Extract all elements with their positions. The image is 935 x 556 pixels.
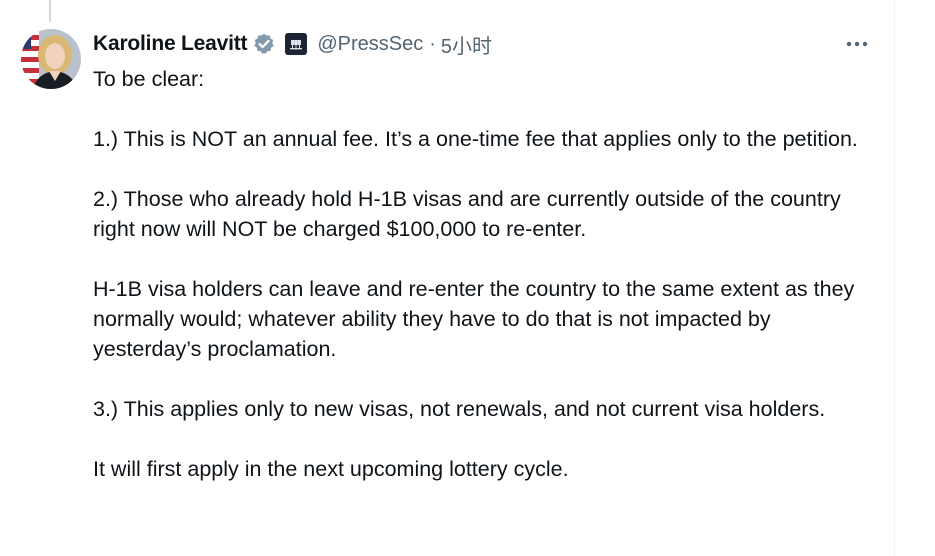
tweet-paragraph: 1.) This is NOT an annual fee. It’s a on…	[93, 127, 858, 151]
tweet-paragraph: 3.) This applies only to new visas, not …	[93, 397, 826, 421]
display-name[interactable]: Karoline Leavitt	[93, 32, 248, 56]
tweet-paragraph: 2.) Those who already hold H-1B visas an…	[93, 187, 841, 241]
more-horizontal-icon[interactable]	[843, 34, 871, 54]
handle[interactable]: @PressSec	[317, 33, 423, 56]
tweet-paragraph: To be clear:	[93, 67, 205, 91]
handle-and-time: @PressSec · 5小时	[317, 30, 492, 59]
white-house-icon[interactable]	[285, 33, 308, 55]
tweet-header: Karoline Leavitt @PressSec · 5小时	[93, 30, 492, 58]
tweet-text: To be clear: 1.) This is NOT an annual f…	[93, 64, 873, 484]
avatar-image	[21, 29, 81, 89]
tweet-paragraph: It will first apply in the next upcoming…	[93, 457, 569, 481]
column-divider	[894, 0, 895, 556]
tweet-container: Karoline Leavitt @PressSec · 5小时 To be c…	[0, 0, 935, 556]
verified-badge-icon[interactable]	[252, 32, 276, 56]
avatar[interactable]	[21, 29, 81, 89]
thread-connector-line	[49, 0, 51, 22]
timestamp[interactable]: 5小时	[441, 30, 492, 59]
separator-dot: ·	[429, 32, 436, 55]
tweet-paragraph: H-1B visa holders can leave and re-enter…	[93, 277, 855, 361]
